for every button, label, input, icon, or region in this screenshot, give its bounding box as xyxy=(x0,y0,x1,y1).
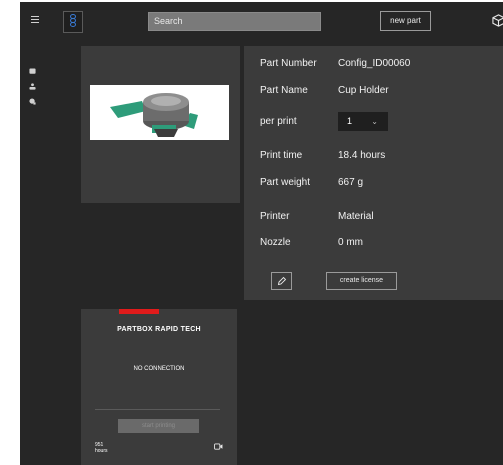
per-print-select[interactable]: 1 ⌄ xyxy=(338,112,388,131)
cup-holder-model xyxy=(90,85,229,140)
material-label: Material xyxy=(338,211,374,222)
part-image xyxy=(90,85,229,140)
printer-card: PARTBOX RAPID TECH NO CONNECTION start p… xyxy=(81,309,237,465)
divider xyxy=(95,409,220,410)
camera-icon[interactable] xyxy=(214,443,223,450)
start-printing-button[interactable]: start printing xyxy=(118,419,199,433)
nozzle-label: Nozzle xyxy=(260,237,291,248)
status-indicator-bar xyxy=(119,309,159,314)
edit-button[interactable] xyxy=(271,272,292,290)
part-name-value: Cup Holder xyxy=(338,85,389,96)
connection-status: NO CONNECTION xyxy=(133,366,185,372)
part-weight-label: Part weight xyxy=(260,177,311,188)
printer-label: Printer xyxy=(260,211,290,222)
cube-icon[interactable] xyxy=(492,14,503,27)
box-icon[interactable] xyxy=(29,68,36,75)
new-part-button[interactable]: new part xyxy=(380,11,431,31)
part-weight-value: 667 g xyxy=(338,177,364,188)
top-bar: Search new part xyxy=(20,2,503,40)
printer-hours-unit: hours xyxy=(95,448,108,454)
part-preview-panel xyxy=(81,46,240,203)
per-print-value: 1 xyxy=(347,116,353,126)
create-license-button[interactable]: create license xyxy=(326,272,397,290)
print-time-value: 18.4 hours xyxy=(338,150,386,161)
user-icon[interactable] xyxy=(29,83,36,90)
per-print-label: per print xyxy=(260,116,297,127)
search-input[interactable]: Search xyxy=(148,12,321,31)
part-name-label: Part Name xyxy=(260,85,308,96)
part-number-value: Config_ID00060 xyxy=(338,58,411,69)
chevron-down-icon: ⌄ xyxy=(371,117,378,126)
pencil-icon xyxy=(277,276,287,286)
print-time-label: Print time xyxy=(260,150,303,161)
app-window: Search new part Part Number Config_ID000… xyxy=(20,2,503,465)
nozzle-value: 0 mm xyxy=(338,237,363,248)
menu-icon[interactable] xyxy=(31,16,39,25)
printer-name: PARTBOX RAPID TECH xyxy=(117,326,201,333)
part-number-label: Part Number xyxy=(260,58,317,69)
settings-icon[interactable] xyxy=(29,98,36,105)
logo[interactable] xyxy=(63,11,83,33)
part-details-panel: Part Number Config_ID00060 Part Name Cup… xyxy=(244,46,503,300)
